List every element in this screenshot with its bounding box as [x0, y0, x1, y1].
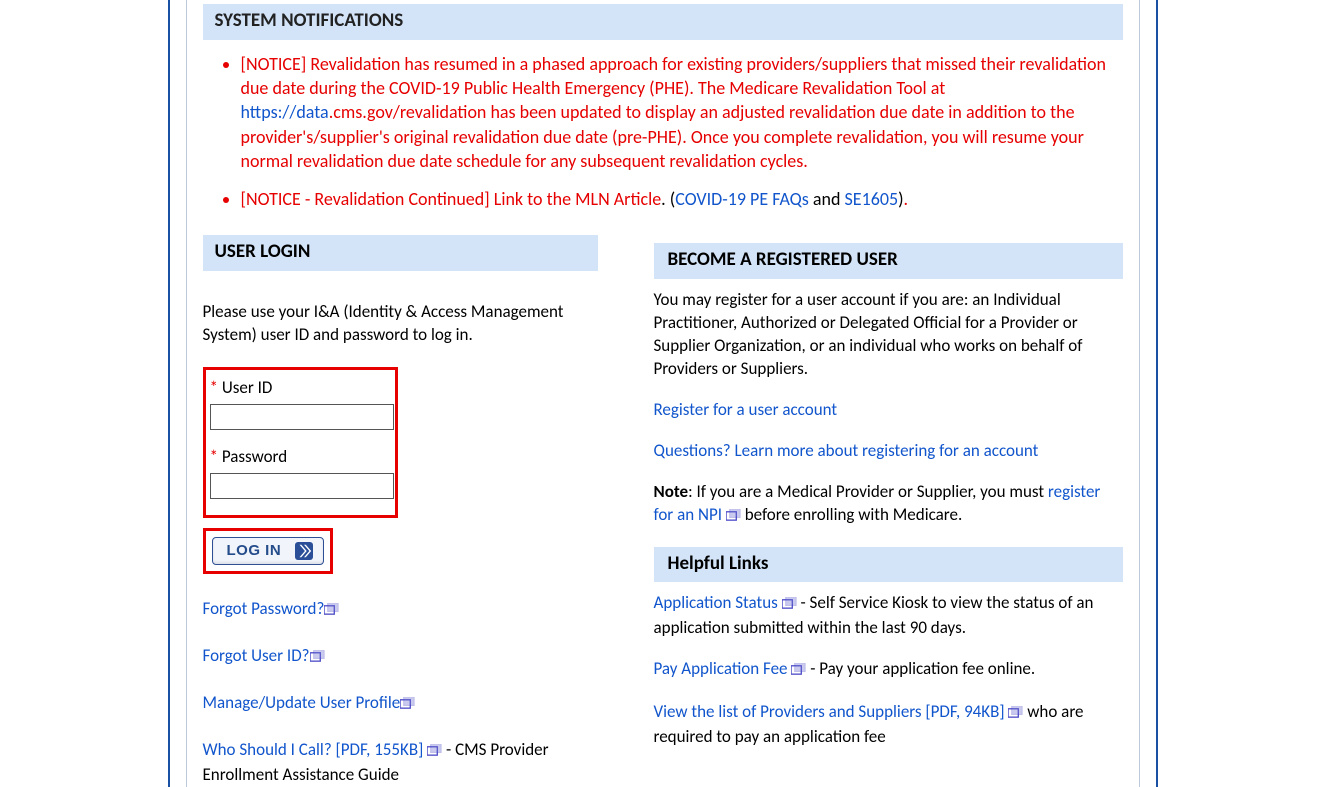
- note-label: Note: [654, 481, 689, 502]
- user-id-label-text: User ID: [222, 377, 273, 398]
- notice2-prefix: [NOTICE - Revalidation Continued] Link t…: [241, 188, 662, 210]
- providers-list-link[interactable]: View the list of Providers and Suppliers…: [654, 701, 1005, 722]
- application-status-link[interactable]: Application Status: [654, 592, 778, 613]
- login-form-highlight: * User ID * Password: [203, 367, 398, 518]
- forgot-userid-link[interactable]: Forgot User ID?: [203, 645, 310, 666]
- register-account-link[interactable]: Register for a user account: [654, 399, 838, 420]
- app-border: SYSTEM NOTIFICATIONS [NOTICE] Revalidati…: [168, 0, 1158, 787]
- become-registered-header: BECOME A REGISTERED USER: [654, 243, 1123, 279]
- external-link-icon: [791, 660, 806, 683]
- external-link-icon: [782, 594, 797, 617]
- user-id-label: * User ID: [210, 377, 385, 400]
- register-intro: You may register for a user account if y…: [654, 289, 1123, 381]
- login-instructions: Please use your I&A (Identity & Access M…: [203, 301, 598, 347]
- revalidation-link[interactable]: https://data: [241, 101, 329, 123]
- covid-faq-link[interactable]: COVID-19 PE FAQs: [675, 188, 809, 210]
- note-text1: : If you are a Medical Provider or Suppl…: [688, 481, 1048, 502]
- helpful-links-header: Helpful Links: [654, 547, 1123, 583]
- password-input[interactable]: [210, 473, 394, 499]
- who-should-i-call-link[interactable]: Who Should I Call? [PDF, 155KB]: [203, 739, 424, 760]
- user-login-header: USER LOGIN: [203, 235, 598, 271]
- manage-profile-link[interactable]: Manage/Update User Profile: [203, 692, 401, 713]
- login-column: USER LOGIN Please use your I&A (Identity…: [203, 235, 598, 786]
- external-link-icon: [726, 506, 741, 529]
- notice-text: [NOTICE] Revalidation has resumed in a p…: [241, 53, 1106, 99]
- required-asterisk: *: [210, 377, 218, 398]
- register-column: BECOME A REGISTERED USER You may registe…: [654, 235, 1123, 748]
- external-link-icon: [400, 694, 415, 717]
- login-button-label: LOG IN: [227, 542, 282, 559]
- login-button[interactable]: LOG IN: [212, 537, 325, 565]
- system-notifications-header: SYSTEM NOTIFICATIONS: [203, 4, 1123, 40]
- chevron-right-icon: [295, 542, 313, 560]
- pay-fee-link[interactable]: Pay Application Fee: [654, 658, 788, 679]
- external-link-icon: [427, 741, 442, 764]
- content-frame: SYSTEM NOTIFICATIONS [NOTICE] Revalidati…: [186, 0, 1140, 787]
- notifications-list: [NOTICE] Revalidation has resumed in a p…: [203, 52, 1123, 212]
- forgot-password-link[interactable]: Forgot Password?: [203, 598, 325, 619]
- notification-item: [NOTICE - Revalidation Continued] Link t…: [241, 187, 1123, 211]
- pay-fee-desc: - Pay your application fee online.: [810, 658, 1035, 679]
- final-period: .: [904, 188, 909, 210]
- notification-item: [NOTICE] Revalidation has resumed in a p…: [241, 52, 1123, 173]
- revalidation-link-tail: .cms.gov/revalidation: [329, 101, 487, 123]
- and-text: and: [809, 188, 845, 210]
- password-label-text: Password: [222, 446, 287, 467]
- user-id-input[interactable]: [210, 404, 394, 430]
- se1605-link[interactable]: SE1605: [845, 188, 899, 210]
- required-asterisk: *: [210, 446, 218, 467]
- external-link-icon: [310, 647, 325, 670]
- questions-link[interactable]: Questions? Learn more about registering …: [654, 440, 1039, 461]
- external-link-icon: [1008, 703, 1023, 726]
- notice2-dot: . (: [661, 188, 675, 210]
- external-link-icon: [324, 600, 339, 623]
- login-button-highlight: LOG IN: [203, 528, 334, 574]
- note-text2: before enrolling with Medicare.: [745, 504, 963, 525]
- password-label: * Password: [210, 446, 385, 469]
